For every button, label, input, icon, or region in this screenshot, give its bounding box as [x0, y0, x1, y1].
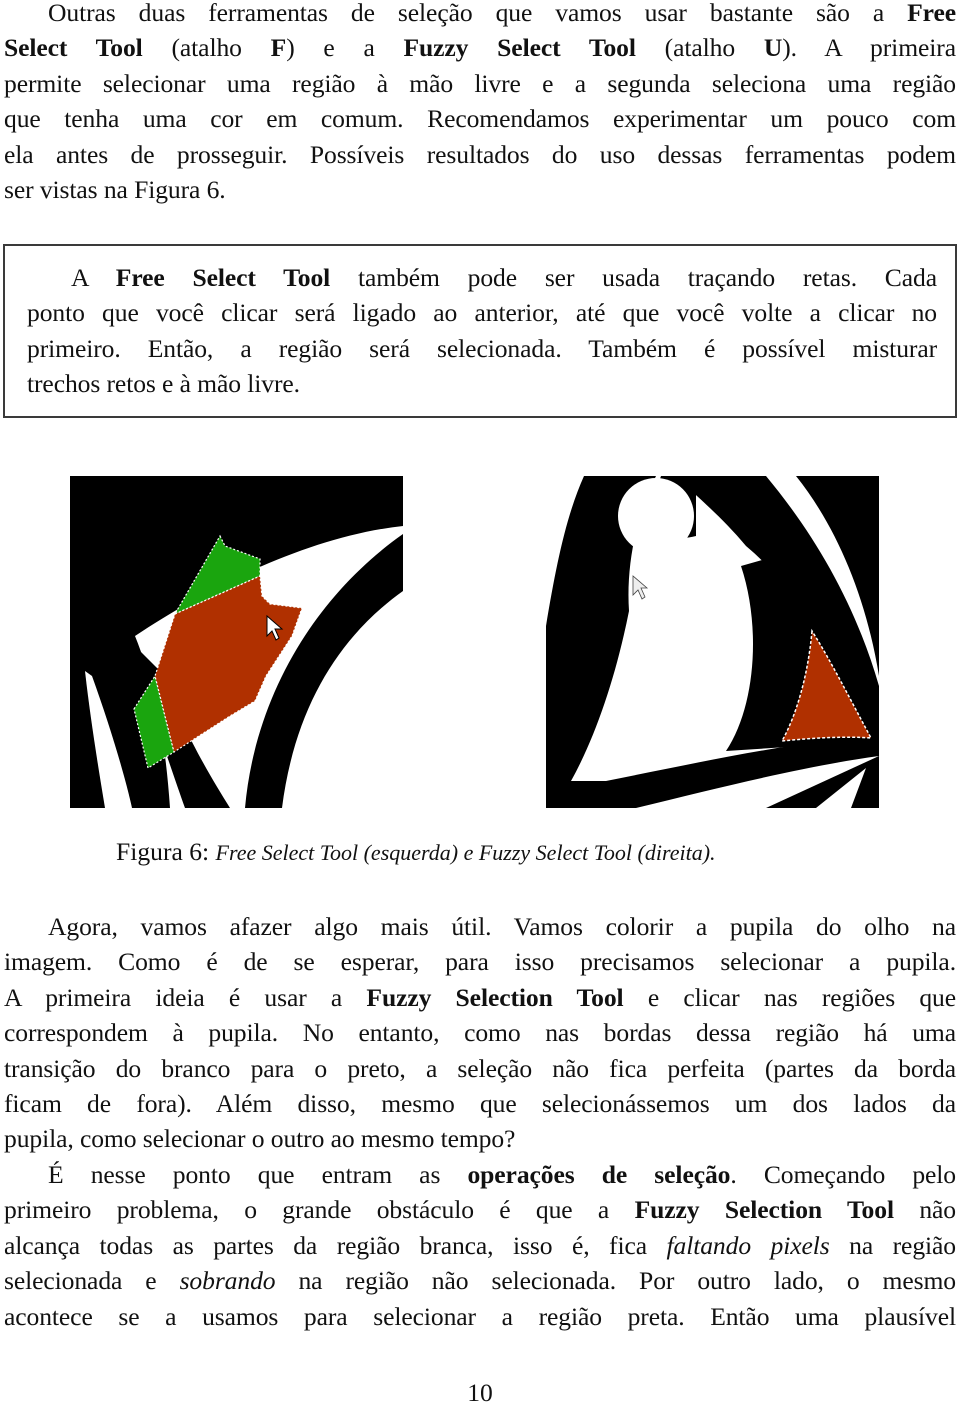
- bold-term: operações de seleção: [467, 1160, 731, 1189]
- text-line: imagem. Como é de se esperar, para isso …: [4, 944, 956, 979]
- text-run: que tenha uma cor em comum. Recomendamos…: [4, 104, 956, 134]
- paragraph-intro: Outras duas ferramentas de seleção que v…: [4, 0, 956, 207]
- text-run: ficam de fora). Além disso, mesmo que se…: [4, 1089, 956, 1119]
- text-run: não: [893, 1195, 956, 1225]
- text-run: A primeira ideia é usar a: [4, 982, 367, 1012]
- text-run: Agora, vamos afazer algo mais útil. Vamo…: [48, 912, 956, 941]
- text-line: primeiro. Então, a região será seleciona…: [27, 331, 937, 366]
- white-circle: [618, 478, 694, 554]
- text-run: alcança todas as partes da região branca…: [4, 1230, 667, 1260]
- text-line: ponto que você clicar será ligado ao ant…: [27, 295, 937, 330]
- bold-term: Free Select Tool: [115, 263, 331, 292]
- text-run: ponto que você clicar será ligado ao ant…: [27, 298, 937, 328]
- figure-caption: Figura 6: Free Select Tool (esquerda) e …: [116, 834, 716, 870]
- text-run: trechos retos e à mão livre.: [27, 369, 300, 399]
- bold-term: Select Tool: [4, 33, 143, 63]
- text-line: trechos retos e à mão livre.: [27, 366, 937, 401]
- text-run: acontece se a usamos para selecionar a r…: [4, 1301, 956, 1331]
- text-line: permite selecionar uma região à mão livr…: [4, 66, 956, 101]
- bold-term: U: [763, 33, 783, 63]
- text-line: acontece se a usamos para selecionar a r…: [4, 1299, 956, 1334]
- text-run: primeiro. Então, a região será seleciona…: [27, 333, 937, 363]
- bold-term: Fuzzy Select Tool: [403, 33, 636, 63]
- italic-term: sobrando: [179, 1266, 276, 1296]
- figure-caption-text: Free Select Tool (esquerda) e Fuzzy Sele…: [215, 840, 716, 865]
- text-run: e clicar nas regiões que: [623, 982, 957, 1012]
- text-run: primeiro problema, o grande obstáculo é …: [4, 1195, 635, 1225]
- figure-caption-label: Figura 6:: [116, 837, 210, 866]
- text-line: Agora, vamos afazer algo mais útil. Vamo…: [4, 909, 956, 944]
- note-box-text: A Free Select Tool também pode ser usada…: [27, 260, 937, 402]
- note-box: A Free Select Tool também pode ser usada…: [3, 244, 957, 418]
- bold-term: Fuzzy Selection Tool: [366, 982, 624, 1012]
- bold-term: Fuzzy Selection Tool: [634, 1195, 894, 1225]
- text-line: A Free Select Tool também pode ser usada…: [27, 260, 937, 295]
- bold-term: Free: [907, 0, 956, 27]
- text-run: (atalho: [635, 33, 764, 63]
- text-run: imagem. Como é de se esperar, para isso …: [4, 947, 956, 977]
- text-run: ela antes de prosseguir. Possíveis resul…: [4, 139, 956, 169]
- text-line: primeiro problema, o grande obstáculo é …: [4, 1192, 956, 1227]
- bold-term: F: [270, 33, 287, 63]
- text-line: correspondem à pupila. No entanto, como …: [4, 1015, 956, 1050]
- text-run: ) e a: [286, 33, 404, 63]
- text-run: também pode ser usada traçando retas. Ca…: [330, 263, 937, 292]
- text-run: (atalho: [142, 33, 271, 63]
- text-run: pupila, como selecionar o outro ao mesmo…: [4, 1124, 516, 1154]
- text-line: É nesse ponto que entram as operações de…: [4, 1157, 956, 1192]
- text-line: Select Tool (atalho F) e a Fuzzy Select …: [4, 30, 956, 65]
- text-run: correspondem à pupila. No entanto, como …: [4, 1018, 956, 1048]
- text-run: A: [71, 263, 116, 292]
- text-run: permite selecionar uma região à mão livr…: [4, 68, 956, 98]
- free-select-illustration: [70, 476, 403, 808]
- paragraph-selection-operations: É nesse ponto que entram as operações de…: [4, 1157, 956, 1334]
- text-run: É nesse ponto que entram as: [48, 1160, 468, 1189]
- text-line: A primeira ideia é usar a Fuzzy Selectio…: [4, 980, 956, 1015]
- text-line: selecionada e sobrando na região não sel…: [4, 1263, 956, 1298]
- text-line: alcança todas as partes da região branca…: [4, 1228, 956, 1263]
- text-line: que tenha uma cor em comum. Recomendamos…: [4, 101, 956, 136]
- text-line: transição do branco para o preto, a sele…: [4, 1051, 956, 1086]
- text-run: na região não selecionada. Por outro lad…: [275, 1266, 956, 1296]
- text-run: transição do branco para o preto, a sele…: [4, 1053, 956, 1083]
- italic-term: faltando pixels: [666, 1230, 830, 1260]
- fuzzy-select-illustration: [546, 476, 879, 808]
- text-line: Outras duas ferramentas de seleção que v…: [4, 0, 956, 30]
- text-line: ser vistas na Figura 6.: [4, 172, 956, 207]
- text-line: pupila, como selecionar o outro ao mesmo…: [4, 1121, 956, 1156]
- text-line: ficam de fora). Além disso, mesmo que se…: [4, 1086, 956, 1121]
- text-run: ser vistas na Figura 6.: [4, 175, 226, 205]
- text-run: . Começando pelo: [730, 1160, 956, 1189]
- page-number: 10: [467, 1378, 493, 1407]
- text-run: ). A primeira: [782, 33, 956, 63]
- text-run: na região: [829, 1230, 956, 1260]
- text-run: selecionada e: [4, 1266, 180, 1296]
- text-run: Outras duas ferramentas de seleção que v…: [48, 0, 908, 27]
- paragraph-pupil: Agora, vamos afazer algo mais útil. Vamo…: [4, 909, 956, 1157]
- text-line: ela antes de prosseguir. Possíveis resul…: [4, 137, 956, 172]
- figure-free-select-image: [70, 476, 403, 808]
- figure-fuzzy-select-image: [546, 476, 879, 808]
